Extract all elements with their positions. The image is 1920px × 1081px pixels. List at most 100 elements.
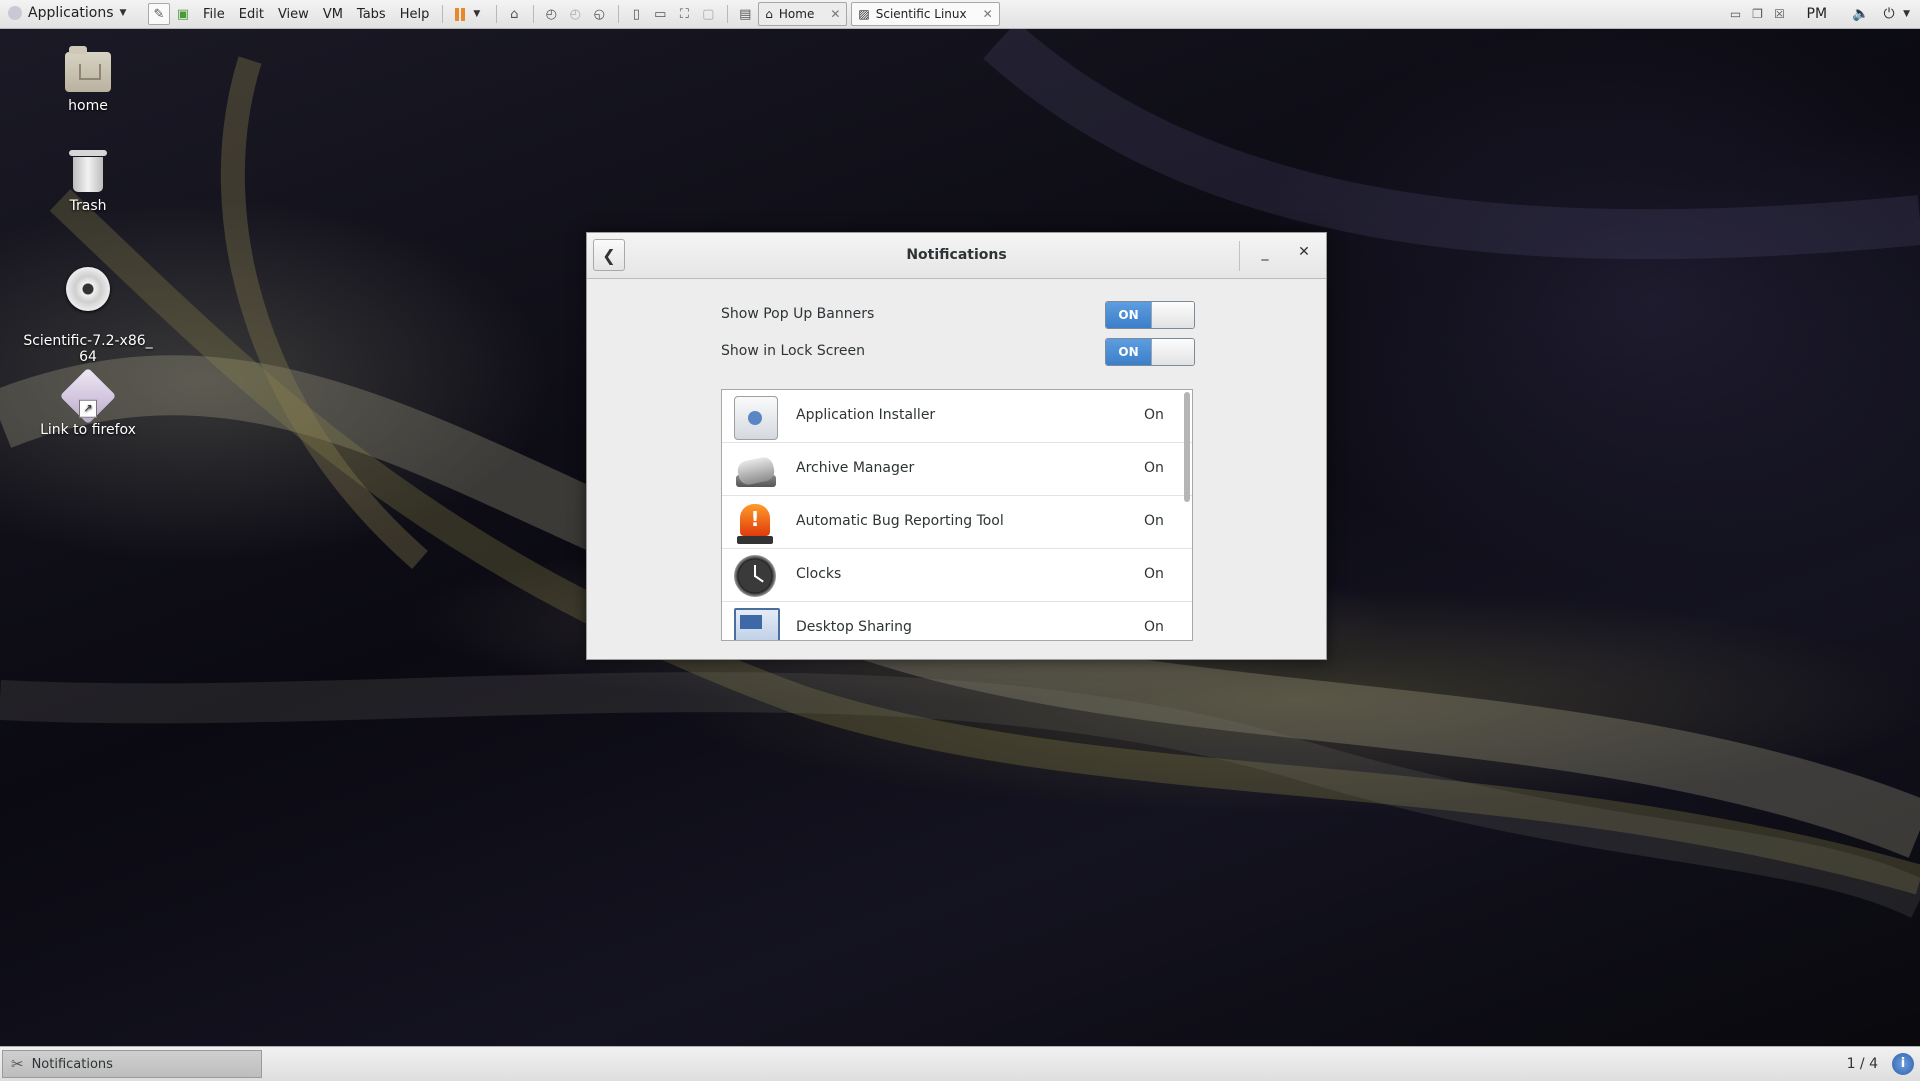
snapshot-icon[interactable]: ◴ [540,3,562,25]
settings-tools-icon: ✂ [11,1055,24,1073]
power-icon[interactable]: ⏻ [1875,6,1903,22]
tab-scientific-linux-label: Scientific Linux [875,7,967,21]
fit-guest-icon[interactable]: ▢ [697,3,719,25]
applications-label: Applications [28,5,114,21]
notifications-dialog: ❮ Notifications _ ✕ Show Pop Up Banners … [586,232,1327,660]
tab-home[interactable]: ⌂ Home ✕ [758,2,848,26]
list-scrollbar[interactable] [1184,392,1190,502]
show-in-lock-screen-toggle[interactable]: ON [1105,338,1195,366]
minimize-window-icon[interactable]: ▭ [1725,7,1747,21]
tab-home-label: Home [778,7,815,21]
dialog-title: Notifications [906,247,1007,263]
restore-window-icon[interactable]: ❐ [1747,7,1769,21]
show-popup-banners-label: Show Pop Up Banners [721,306,875,322]
show-popup-banners-row: Show Pop Up Banners ON [721,299,1195,329]
volume-icon[interactable]: 🔈 [1847,6,1875,22]
app-name: Archive Manager [796,460,915,476]
toolbar-separator [442,5,444,23]
app-name: Application Installer [796,407,936,423]
workspace-indicator[interactable]: 1 / 4 [1847,1056,1878,1072]
list-item-desktop-sharing[interactable]: Desktop Sharing On [722,602,1192,640]
menu-file[interactable]: File [196,7,232,22]
application-installer-icon [734,396,778,440]
close-tab-icon[interactable]: ✕ [830,7,840,21]
vmware-logo-icon[interactable]: ▣ [172,3,194,25]
gnome-foot-icon [8,6,22,20]
list-item-clocks[interactable]: Clocks On [722,549,1192,602]
link-icon: ↗ [59,367,117,425]
toggle-knob [1151,339,1194,365]
sidebar-view-icon[interactable]: ▯ [625,3,647,25]
desktop-icon-home[interactable]: home [18,46,158,114]
console-view-icon[interactable]: ▤ [734,3,756,25]
taskbar-item-notifications[interactable]: ✂ Notifications [2,1050,262,1078]
desktop-icon-firefox-link[interactable]: ↗ Link to firefox [18,367,158,438]
bottom-panel: ✂ Notifications 1 / 4 i [0,1046,1920,1081]
full-screen-icon[interactable]: ⛶ [673,3,695,25]
folder-home-icon [65,46,111,92]
trash-icon [69,150,107,192]
app-state: On [1144,407,1164,423]
app-state: On [1144,566,1164,582]
pause-dropdown-icon[interactable]: ▼ [473,9,480,19]
unity-view-icon[interactable]: ▭ [649,3,671,25]
toggle-on-label: ON [1106,302,1151,328]
list-item-automatic-bug-reporting-tool[interactable]: Automatic Bug Reporting Tool On [722,496,1192,549]
desktop-sharing-icon [734,608,780,640]
pause-icon[interactable] [449,3,471,25]
archive-manager-icon [734,449,777,491]
vm-icon: ▨ [858,7,870,21]
toolbar-separator [533,5,535,23]
show-in-lock-screen-row: Show in Lock Screen ON [721,336,1195,366]
show-popup-banners-toggle[interactable]: ON [1105,301,1195,329]
toolbar-separator [496,5,498,23]
home-icon: ⌂ [765,7,773,21]
app-name: Clocks [796,566,842,582]
app-state: On [1144,460,1164,476]
snapshot-manager-icon[interactable]: ◵ [588,3,610,25]
revert-snapshot-icon[interactable]: ◴ [564,3,586,25]
toolbar-separator [618,5,620,23]
disc-icon [66,267,110,311]
bug-reporting-icon [734,502,776,544]
dialog-header: ❮ Notifications _ ✕ [587,233,1326,279]
message-tray-info-icon[interactable]: i [1892,1053,1914,1075]
pin-icon[interactable]: ✎ [148,3,170,25]
toolbar-separator [727,5,729,23]
header-separator [1239,241,1240,271]
desktop-icon-label: Trash [69,198,107,214]
desktop-icon-trash[interactable]: Trash [18,150,158,214]
system-menu-chevron-icon[interactable]: ▼ [1903,9,1910,19]
close-window-icon[interactable]: ☒ [1769,7,1791,21]
taskbar-item-label: Notifications [31,1056,113,1072]
desktop-icon-label: home [68,98,108,114]
app-state: On [1144,619,1164,635]
clock[interactable]: PM [1807,6,1828,22]
toggle-knob [1151,302,1194,328]
menu-edit[interactable]: Edit [232,7,271,22]
vmware-toolbar: ✎ ▣ File Edit View VM Tabs Help ▼ ⌂ ◴ ◴ … [148,2,1004,26]
app-state: On [1144,513,1164,529]
application-notifications-list: Application Installer On Archive Manager… [721,389,1193,641]
network-icon[interactable]: ⌂ [503,3,525,25]
desktop-icon-label: Link to firefox [40,422,136,438]
menu-tabs[interactable]: Tabs [350,7,393,22]
minimize-button[interactable]: _ [1255,245,1275,261]
desktop-icon-label: Scientific-7.2-x86_ 64 [23,333,153,365]
top-bar: Applications ▼ ✎ ▣ File Edit View VM Tab… [0,0,1920,29]
chevron-down-icon: ▼ [119,8,127,18]
list-item-archive-manager[interactable]: Archive Manager On [722,443,1192,496]
clocks-icon [734,555,776,597]
applications-menu[interactable]: Applications ▼ [8,5,126,21]
tab-scientific-linux[interactable]: ▨ Scientific Linux ✕ [851,2,1000,26]
app-name: Automatic Bug Reporting Tool [796,513,1004,529]
show-in-lock-screen-label: Show in Lock Screen [721,343,865,359]
menu-vm[interactable]: VM [316,7,350,22]
close-tab-icon[interactable]: ✕ [983,7,993,21]
close-button[interactable]: ✕ [1294,244,1314,260]
menu-view[interactable]: View [271,7,316,22]
menu-help[interactable]: Help [393,7,437,22]
top-right-status: ▭ ❐ ☒ PM 🔈 ⏻ ▼ [1725,0,1920,28]
list-item-application-installer[interactable]: Application Installer On [722,390,1192,443]
desktop-icon-disc[interactable]: Scientific-7.2-x86_ 64 [18,251,158,381]
